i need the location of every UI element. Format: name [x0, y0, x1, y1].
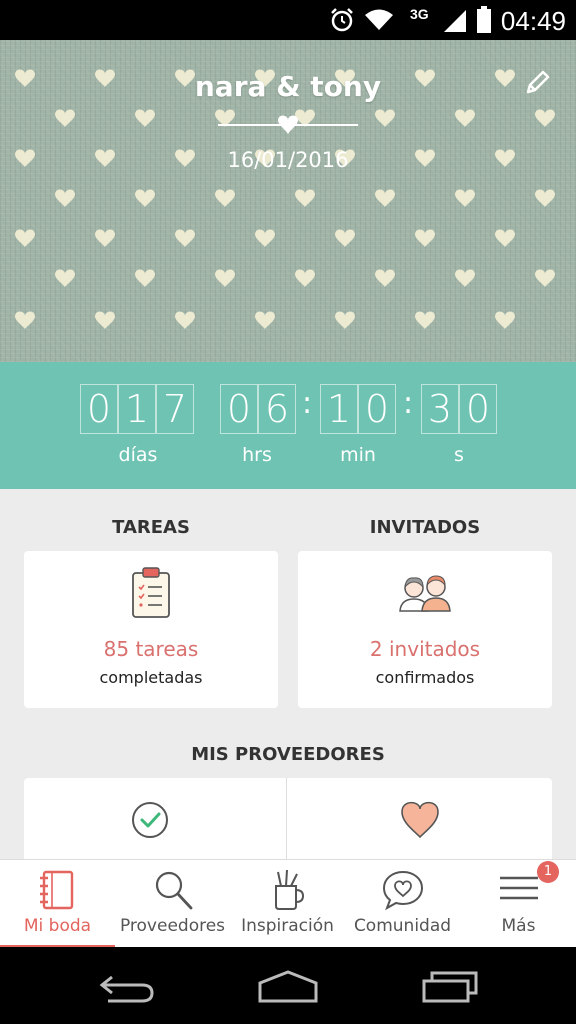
hours-digit: 6 — [258, 384, 296, 434]
battery-icon — [477, 6, 491, 33]
couple-icon — [399, 575, 451, 612]
days-digit: 7 — [156, 384, 194, 434]
chat-heart-icon — [382, 870, 423, 911]
search-icon — [155, 871, 192, 910]
vendors-section-title: MIS PROVEEDORES — [191, 744, 385, 765]
minutes-label: min — [340, 444, 376, 466]
time-separator: : — [403, 386, 414, 421]
days-digit: 1 — [118, 384, 156, 434]
signal-icon — [444, 10, 466, 32]
minutes-digit: 0 — [358, 384, 396, 434]
clock-time: 04:49 — [500, 6, 566, 36]
hours-digit: 0 — [220, 384, 258, 434]
status-bar: 3G 04:49 — [0, 0, 576, 40]
heart-divider-icon — [218, 115, 358, 134]
days-label: días — [118, 444, 158, 466]
tasks-caption: completadas — [99, 668, 203, 687]
pencil-icon[interactable] — [522, 68, 552, 98]
notification-badge: 1 — [537, 861, 559, 883]
tasks-count: 85 tareas — [103, 637, 199, 661]
guests-card[interactable]: 2 invitados confirmados — [298, 551, 552, 708]
vendors-card — [24, 778, 552, 859]
home-icon[interactable] — [256, 969, 320, 1005]
wifi-icon — [365, 9, 393, 30]
hours-label: hrs — [242, 444, 272, 466]
countdown-panel: 0 1 7 0 6 : 1 0 : 3 0 días hrs min s — [0, 362, 576, 489]
wedding-header: nara & tony 16/01/2016 — [0, 40, 576, 362]
seconds-label: s — [454, 444, 464, 466]
couple-names: nara & tony — [194, 70, 382, 103]
time-separator: : — [302, 386, 313, 421]
notebook-icon — [39, 870, 73, 910]
nav-item-comunidad[interactable]: Comunidad — [345, 860, 460, 948]
nav-label: Proveedores — [119, 916, 226, 936]
recent-apps-icon[interactable] — [420, 969, 480, 1005]
nav-label: Comunidad — [353, 916, 452, 936]
nav-label: Mi boda — [23, 916, 92, 936]
network-type-label: 3G — [410, 6, 429, 22]
minutes-digit: 1 — [320, 384, 358, 434]
nav-item-mi-boda[interactable]: Mi boda — [0, 860, 115, 948]
tasks-section-title: TAREAS — [112, 517, 190, 538]
vendors-favorites-tile[interactable] — [288, 778, 552, 859]
nav-item-inspiracion[interactable]: Inspiración — [230, 860, 345, 948]
tasks-card[interactable]: 85 tareas completadas — [24, 551, 278, 708]
bottom-navigation: Mi boda Proveedores Inspiración Comunida… — [0, 859, 576, 948]
guests-section-title: INVITADOS — [369, 517, 481, 538]
guests-caption: confirmados — [375, 668, 475, 687]
dashboard-content: TAREAS INVITADOS 85 tareas completadas 2… — [0, 489, 576, 859]
wedding-date: 16/01/2016 — [227, 148, 349, 172]
guests-count: 2 invitados — [369, 637, 481, 661]
nav-label: Más — [501, 916, 536, 936]
brush-cup-icon — [274, 869, 304, 910]
nav-label: Inspiración — [241, 916, 334, 936]
back-icon[interactable] — [98, 969, 158, 1003]
system-navigation-bar — [0, 947, 576, 1024]
menu-icon — [499, 876, 538, 900]
vendors-booked-tile[interactable] — [24, 778, 287, 859]
alarm-icon — [331, 8, 353, 32]
seconds-digit: 3 — [421, 384, 459, 434]
days-digit: 0 — [80, 384, 118, 434]
heart-icon — [401, 801, 439, 839]
seconds-digit: 0 — [459, 384, 497, 434]
nav-item-proveedores[interactable]: Proveedores — [115, 860, 230, 948]
check-circle-icon — [132, 802, 168, 838]
clipboard-checklist-icon — [132, 567, 170, 618]
